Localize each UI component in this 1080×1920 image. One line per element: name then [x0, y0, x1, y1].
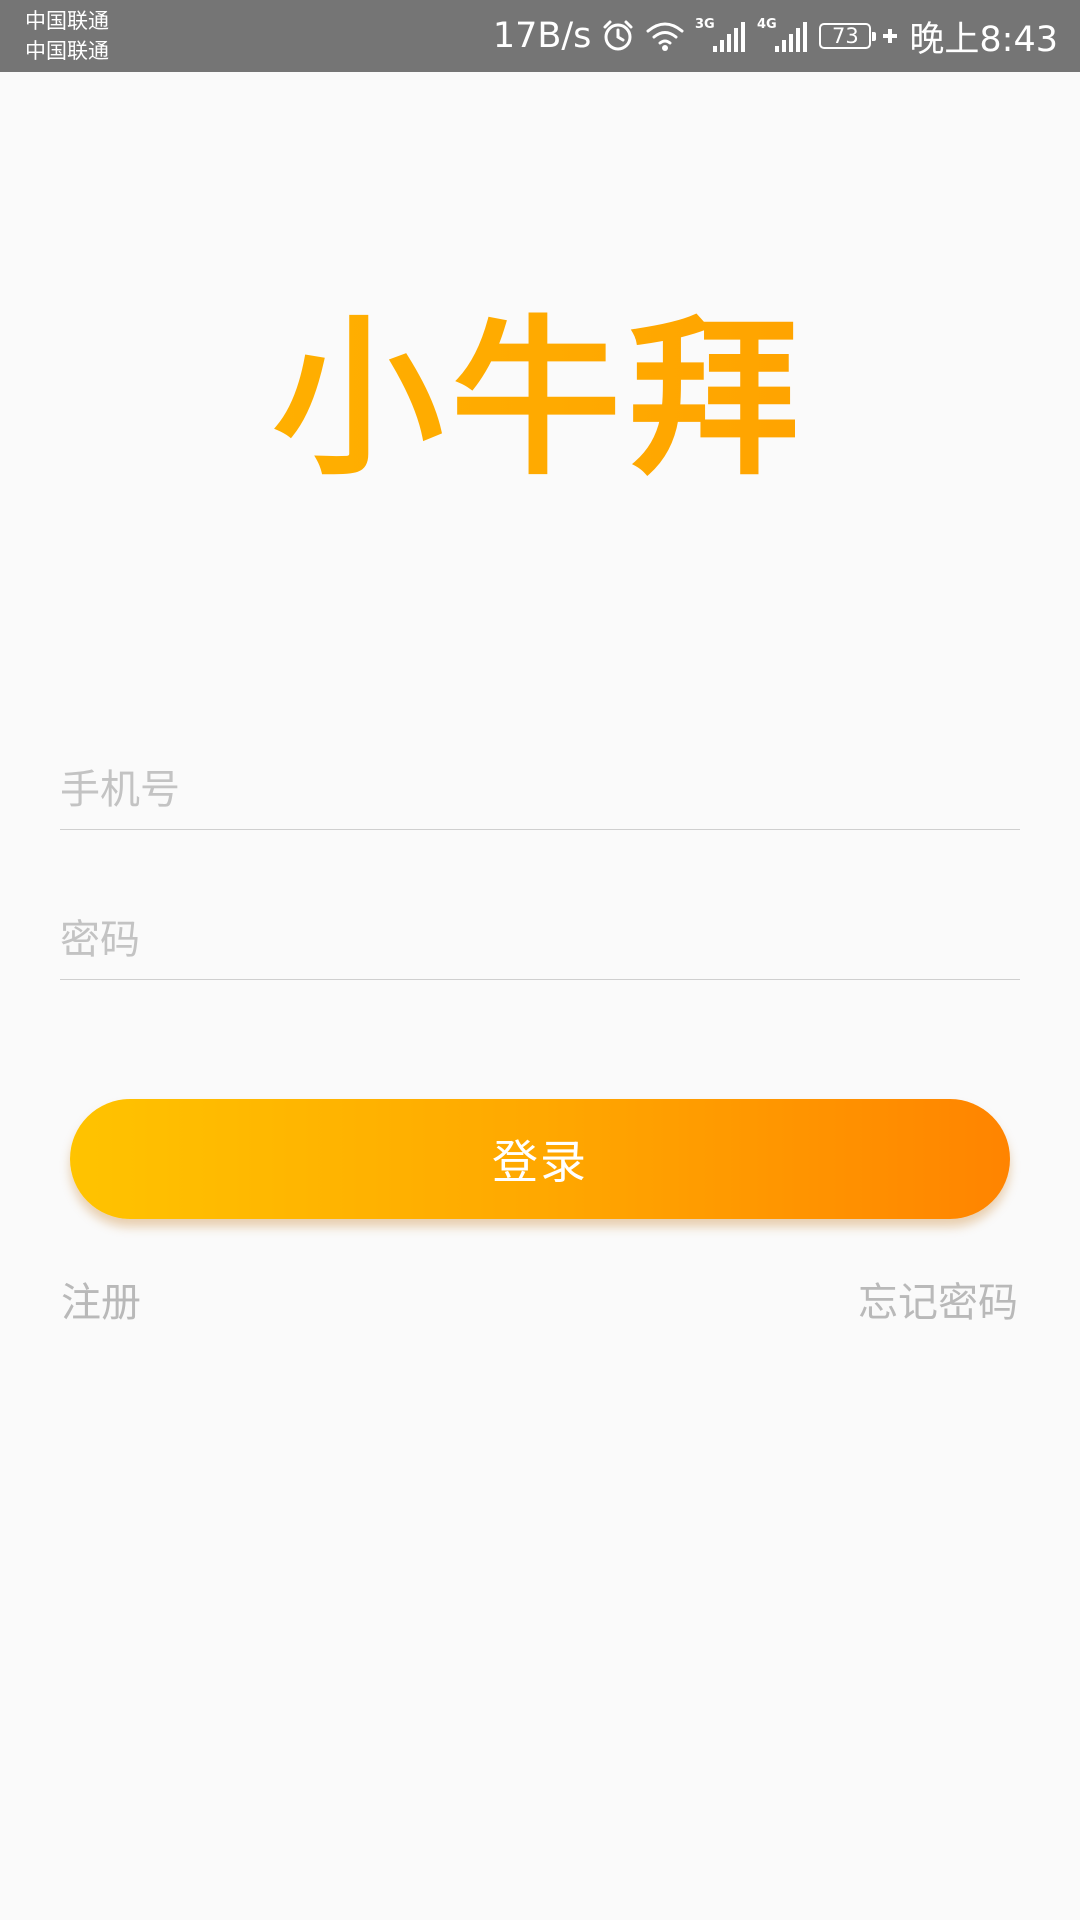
carrier-name-1: 中国联通: [25, 9, 109, 33]
carrier-info: 中国联通 中国联通: [25, 6, 109, 66]
battery-icon: 73: [819, 23, 877, 49]
battery-level: 73: [832, 24, 859, 48]
signal-4g-icon: 4G: [757, 16, 809, 56]
signal-4g-label: 4G: [757, 17, 777, 32]
signal-3g-icon: 3G: [695, 16, 747, 56]
forgot-password-link[interactable]: 忘记密码: [858, 1278, 1018, 1328]
carrier-name-2: 中国联通: [25, 39, 109, 63]
phone-input[interactable]: [60, 755, 1020, 825]
login-button[interactable]: 登录: [70, 1099, 1010, 1219]
wifi-icon: [645, 19, 685, 53]
charging-icon: [881, 27, 899, 45]
status-bar: 中国联通 中国联通 17B/s 3G 4G 73 晚上8:43: [0, 0, 1080, 72]
alarm-icon: [601, 19, 635, 53]
password-input[interactable]: [60, 905, 1020, 975]
phone-field[interactable]: [60, 745, 1020, 830]
signal-3g-label: 3G: [695, 17, 715, 32]
password-field[interactable]: [60, 895, 1020, 980]
clock-time: 晚上8:43: [909, 19, 1058, 60]
status-indicators: 17B/s 3G 4G 73 晚上8:43: [493, 0, 1058, 72]
network-speed: 17B/s: [492, 16, 592, 56]
register-link[interactable]: 注册: [61, 1278, 141, 1328]
app-logo: 小牛拜: [0, 300, 1080, 500]
